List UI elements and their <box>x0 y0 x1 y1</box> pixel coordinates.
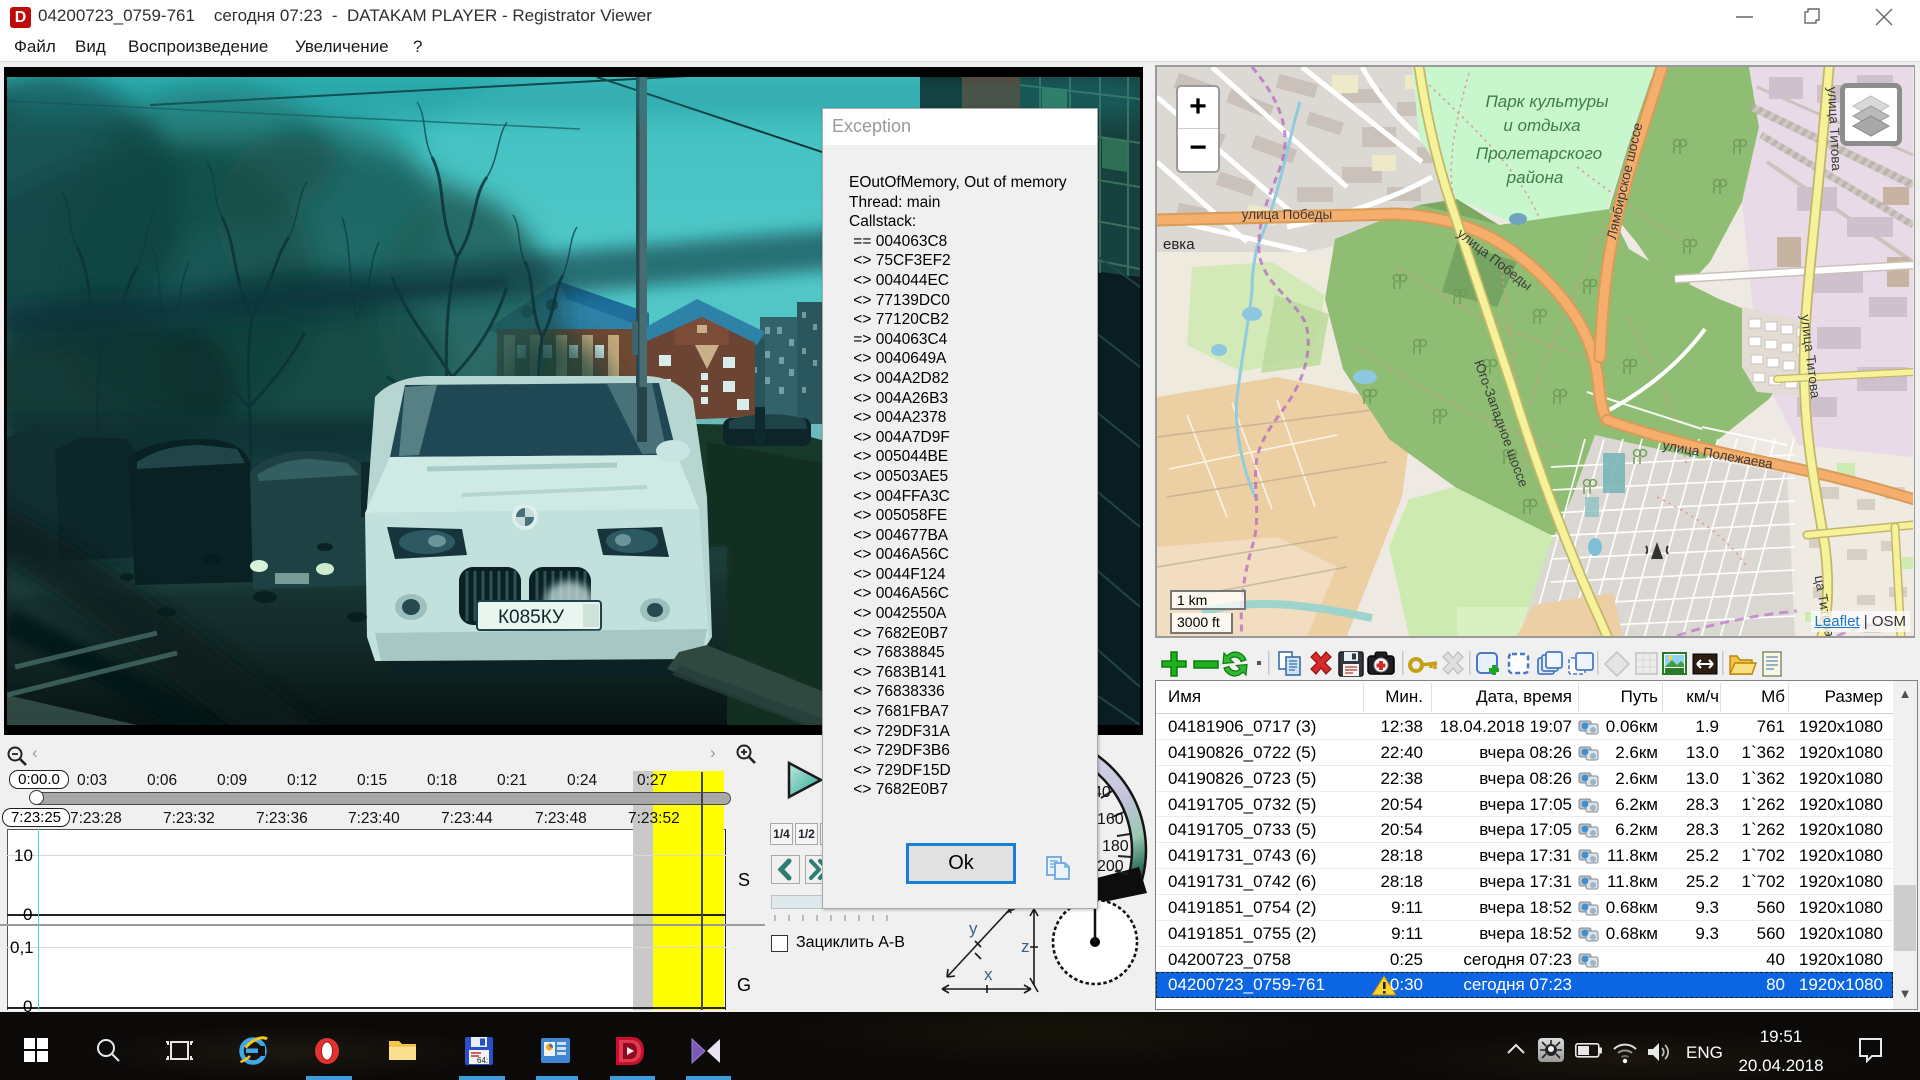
svg-text:180: 180 <box>1102 838 1129 855</box>
svg-text:Пролетарского: Пролетарского <box>1476 144 1602 163</box>
svg-text:y: y <box>969 919 978 938</box>
svg-text:улица Победы: улица Победы <box>1242 207 1332 222</box>
svg-text:x: x <box>984 965 993 984</box>
svg-text:района: района <box>1506 168 1564 187</box>
svg-text:z: z <box>1021 937 1030 956</box>
svg-text:евка: евка <box>1163 236 1195 253</box>
svg-text:и отдыха: и отдыха <box>1503 116 1580 135</box>
svg-text:64:: 64: <box>477 1056 488 1065</box>
svg-text:160: 160 <box>1097 811 1124 828</box>
svg-text:К085КУ: К085КУ <box>498 607 565 628</box>
svg-text:200: 200 <box>1097 858 1124 875</box>
svg-text:Парк культуры: Парк культуры <box>1485 92 1609 111</box>
